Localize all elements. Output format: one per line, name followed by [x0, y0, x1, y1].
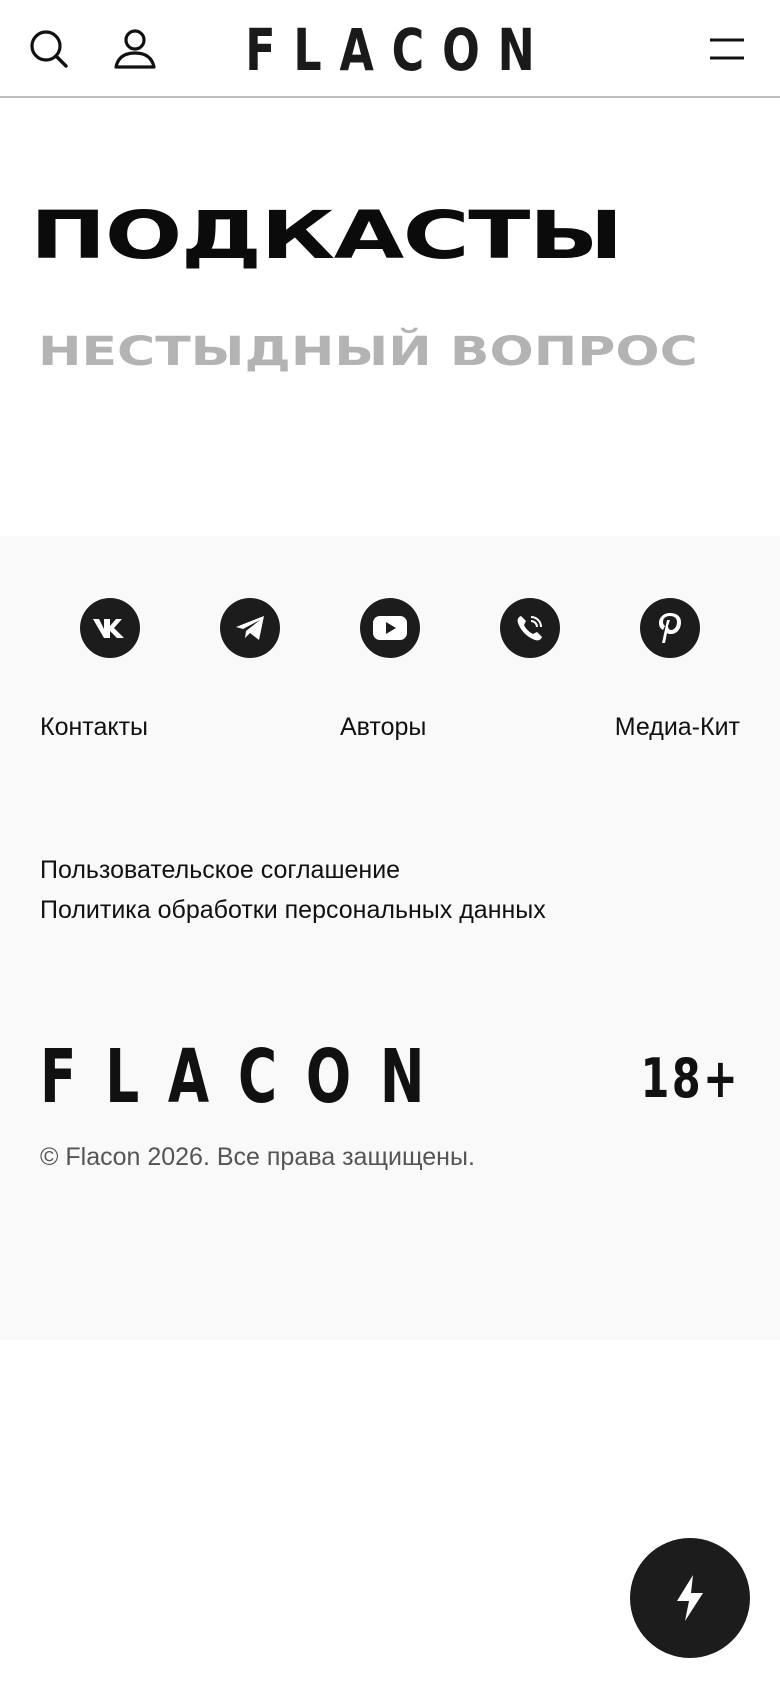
- footer-logo: FLACON: [40, 1034, 454, 1120]
- vk-icon[interactable]: [80, 598, 140, 658]
- menu-icon[interactable]: [704, 26, 750, 72]
- media-kit-link[interactable]: Медиа-Кит: [615, 712, 740, 742]
- user-agreement-link[interactable]: Пользовательское соглашение: [40, 855, 400, 885]
- lightning-icon: [677, 1575, 703, 1621]
- page-title: ПОДКАСТЫ: [30, 197, 623, 274]
- age-rating: 18+: [640, 1047, 740, 1110]
- lightning-button[interactable]: [630, 1538, 750, 1658]
- authors-link[interactable]: Авторы: [340, 712, 426, 742]
- podcast-link[interactable]: НЕСТЫДНЫЙ ВОПРОС: [38, 328, 698, 376]
- telegram-icon[interactable]: [220, 598, 280, 658]
- privacy-policy-link[interactable]: Политика обработки персональных данных: [40, 895, 546, 925]
- copyright: © Flacon 2026. Все права защищены.: [40, 1143, 475, 1171]
- viber-icon[interactable]: [500, 598, 560, 658]
- site-logo[interactable]: FLACON: [59, 18, 722, 82]
- contacts-link[interactable]: Контакты: [40, 712, 148, 742]
- pinterest-icon[interactable]: [640, 598, 700, 658]
- youtube-icon[interactable]: [360, 598, 420, 658]
- site-header: FLACON: [0, 0, 780, 98]
- site-footer: Контакты Авторы Медиа-Кит Пользовательск…: [0, 536, 780, 1340]
